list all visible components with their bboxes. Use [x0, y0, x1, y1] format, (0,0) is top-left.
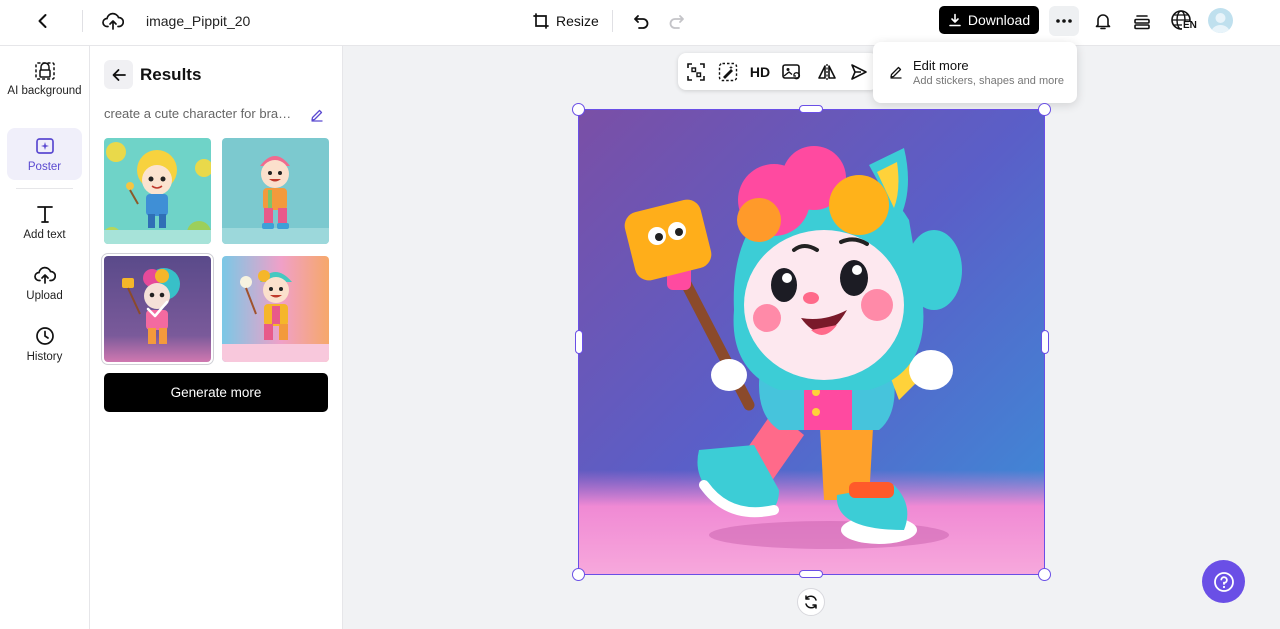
arrow-left-icon — [112, 68, 126, 81]
back-button[interactable] — [28, 6, 58, 36]
resize-handle-top-left[interactable] — [572, 103, 585, 116]
edit-prompt-button[interactable] — [308, 106, 326, 124]
rotate-icon — [805, 595, 817, 609]
rail-item-label: History — [26, 351, 63, 363]
results-title: Results — [140, 65, 202, 84]
project-filename[interactable]: image_Pippit_20 — [146, 13, 250, 29]
scan-icon — [687, 63, 705, 81]
rail-item-upload[interactable]: Upload — [7, 263, 82, 305]
divider — [82, 10, 83, 32]
bell-icon — [1095, 14, 1111, 30]
undo-button[interactable] — [626, 6, 656, 36]
layers-icon — [1134, 15, 1150, 30]
result-image — [104, 138, 211, 244]
result-thumbnail-4[interactable] — [222, 256, 329, 362]
pencil-icon — [311, 109, 323, 122]
resize-button[interactable]: Resize — [532, 8, 599, 34]
image-floating-toolbar: HD — [678, 53, 878, 90]
download-icon — [949, 13, 961, 27]
layers-button[interactable] — [1127, 6, 1157, 36]
pencil-icon — [889, 65, 903, 84]
resize-handle-bottom-left[interactable] — [572, 568, 585, 581]
arrange-button[interactable] — [847, 60, 871, 84]
edit-more-subtitle: Add stickers, shapes and more — [913, 75, 1065, 87]
rail-item-label: Poster — [27, 161, 62, 173]
canvas-image[interactable] — [579, 110, 1044, 574]
resize-handle-bottom-right[interactable] — [1038, 568, 1051, 581]
prompt-text[interactable]: create a cute character for brand mascot — [104, 106, 296, 121]
rail-item-ai-background[interactable]: AI background — [7, 58, 82, 116]
rotate-button[interactable] — [797, 588, 825, 616]
rail-divider — [16, 188, 73, 189]
rail-item-history[interactable]: History — [7, 324, 82, 366]
redo-button[interactable] — [662, 6, 692, 36]
text-icon — [36, 206, 53, 223]
undo-icon — [634, 15, 649, 29]
hd-upscale-button[interactable]: HD — [747, 60, 773, 84]
redo-icon — [669, 15, 684, 29]
generate-more-button[interactable]: Generate more — [104, 373, 328, 412]
rail-item-label: Upload — [26, 290, 63, 302]
divider — [612, 10, 613, 32]
result-thumbnail-2[interactable] — [222, 138, 329, 244]
notifications-button[interactable] — [1088, 6, 1118, 36]
rail-item-add-text[interactable]: Add text — [7, 202, 82, 244]
resize-handle-bottom[interactable] — [799, 570, 823, 578]
hd-label: HD — [749, 64, 771, 80]
flip-horizontal-button[interactable] — [815, 60, 839, 84]
magic-eraser-icon — [718, 62, 738, 82]
ai-background-icon — [34, 62, 55, 80]
upload-icon — [33, 266, 56, 284]
poster-icon — [35, 138, 54, 154]
edit-more-popover[interactable]: Edit more Add stickers, shapes and more — [873, 42, 1077, 103]
download-label: Download — [967, 12, 1031, 28]
resize-handle-top[interactable] — [799, 105, 823, 113]
results-back-button[interactable] — [104, 60, 133, 89]
magic-remove-button[interactable] — [716, 60, 740, 84]
question-icon — [1213, 571, 1234, 592]
flip-horizontal-icon — [818, 64, 836, 80]
result-thumbnail-1[interactable] — [104, 138, 211, 244]
result-image — [104, 256, 211, 362]
resize-handle-left[interactable] — [575, 330, 583, 354]
resize-icon — [533, 13, 549, 29]
send-arrow-icon — [851, 64, 867, 80]
history-icon — [35, 327, 54, 345]
image-replace-icon — [782, 64, 801, 80]
more-horizontal-icon — [1056, 19, 1072, 23]
resize-handle-right[interactable] — [1041, 330, 1049, 354]
user-avatar-icon — [1211, 13, 1230, 33]
language-badge: EN — [1183, 20, 1197, 31]
rail-item-poster[interactable]: Poster — [7, 128, 82, 180]
result-image — [222, 138, 329, 244]
download-button[interactable]: Download — [939, 6, 1039, 34]
results-panel: Results create a cute character for bran… — [90, 46, 343, 629]
left-tool-rail: AI background Poster Add text Upload His… — [0, 46, 90, 629]
result-image — [222, 256, 329, 362]
help-button[interactable] — [1202, 560, 1245, 603]
edit-more-title: Edit more — [913, 58, 969, 73]
chevron-left-icon — [38, 14, 47, 28]
top-bar: image_Pippit_20 Resize Download EN — [0, 0, 1280, 46]
language-button[interactable]: EN — [1168, 6, 1200, 36]
result-thumbnail-3-selected[interactable] — [104, 256, 211, 362]
user-avatar[interactable] — [1208, 8, 1233, 33]
cloud-upload-icon — [102, 12, 124, 30]
resize-label: Resize — [556, 13, 599, 29]
more-options-button[interactable] — [1049, 6, 1079, 36]
rail-item-label: Add text — [23, 229, 66, 241]
cloud-save-button[interactable] — [98, 6, 128, 36]
rail-item-label: AI background — [7, 85, 82, 97]
replace-image-button[interactable] — [779, 60, 803, 84]
mascot-character-image — [579, 110, 1044, 574]
scan-tool-button[interactable] — [684, 60, 708, 84]
resize-handle-top-right[interactable] — [1038, 103, 1051, 116]
